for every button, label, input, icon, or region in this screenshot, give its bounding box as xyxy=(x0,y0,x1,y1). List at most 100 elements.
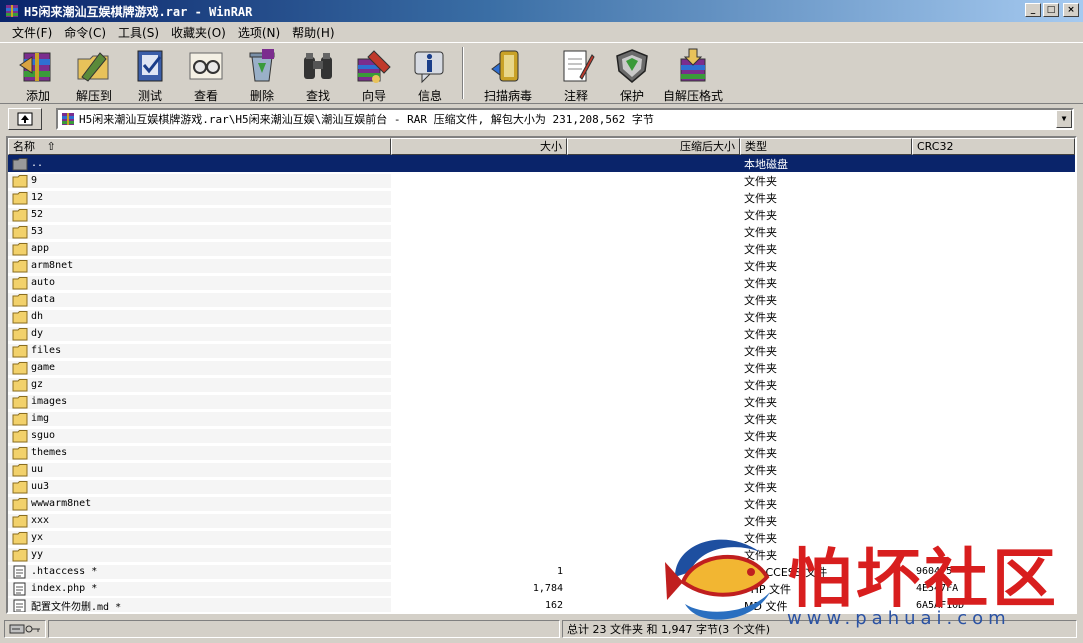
menu-favorites[interactable]: 收藏夹(O) xyxy=(165,24,232,41)
menu-commands[interactable]: 命令(C) xyxy=(58,24,112,41)
folder-icon xyxy=(12,395,31,409)
folder-icon xyxy=(12,208,31,222)
column-name[interactable]: 名称 ⇧ xyxy=(8,138,391,155)
wizard-button[interactable]: 向导 xyxy=(346,47,402,104)
file-row[interactable]: app 文件夹 xyxy=(8,240,1075,257)
file-row[interactable]: 12 文件夹 xyxy=(8,189,1075,206)
row-name: 12 xyxy=(31,192,44,203)
row-name: yy xyxy=(31,549,44,560)
toolbar: 添加 解压到 测试 查看 删除 查找 向导 信息 扫描病毒 注释 保护 自解压格… xyxy=(0,42,1083,104)
delete-button[interactable]: 删除 xyxy=(234,47,290,104)
file-row[interactable]: files 文件夹 xyxy=(8,342,1075,359)
row-type: 文件夹 xyxy=(744,208,777,222)
test-icon xyxy=(137,50,163,82)
file-row[interactable]: .htaccess * 1 16 HTACCESS 文件 9604_5 xyxy=(8,563,1075,580)
protect-button[interactable]: 保护 xyxy=(604,47,660,104)
address-dropdown-button[interactable]: ▼ xyxy=(1056,110,1072,128)
column-size[interactable]: 大小 xyxy=(391,138,567,155)
row-type: HTACCESS 文件 xyxy=(744,565,828,579)
address-path: H5闲来潮汕互娱棋牌游戏.rar\H5闲来潮汕互娱\潮汕互娱前台 - RAR 压… xyxy=(79,113,654,126)
file-row[interactable]: index.php * 1,784 PHP 文件 4E547FA xyxy=(8,580,1075,597)
wizard-label: 向导 xyxy=(361,89,386,103)
file-row[interactable]: uu 文件夹 xyxy=(8,461,1075,478)
file-row[interactable]: themes 文件夹 xyxy=(8,444,1075,461)
row-type: 文件夹 xyxy=(744,310,777,324)
menu-options[interactable]: 选项(N) xyxy=(232,24,286,41)
close-button[interactable]: × xyxy=(1063,3,1079,17)
row-type: PHP 文件 xyxy=(744,582,792,596)
row-crc32: 6A5AF10D xyxy=(916,600,965,611)
row-name: app xyxy=(31,243,50,254)
column-packed[interactable]: 压缩后大小 xyxy=(567,138,740,155)
folder-icon xyxy=(12,361,31,375)
protect-shield-icon xyxy=(616,49,648,83)
file-row[interactable]: dh 文件夹 xyxy=(8,308,1075,325)
file-row[interactable]: 配置文件勿删.md * 162 MD 文件 6A5AF10D xyxy=(8,597,1075,613)
file-row[interactable]: yy 文件夹 xyxy=(8,546,1075,563)
file-row[interactable]: xxx 文件夹 xyxy=(8,512,1075,529)
folder-icon xyxy=(12,378,31,392)
folder-icon xyxy=(12,259,31,273)
row-name-cell: 12 xyxy=(8,190,391,205)
file-row[interactable]: uu3 文件夹 xyxy=(8,478,1075,495)
folder-icon xyxy=(12,480,31,494)
file-icon xyxy=(12,582,31,596)
file-row[interactable]: images 文件夹 xyxy=(8,393,1075,410)
test-button[interactable]: 测试 xyxy=(122,47,178,104)
row-type: 文件夹 xyxy=(744,259,777,273)
winrar-app-icon[interactable] xyxy=(4,3,20,19)
row-size: 162 xyxy=(544,600,563,611)
sfx-button[interactable]: 自解压格式 xyxy=(660,47,726,104)
file-row[interactable]: gz 文件夹 xyxy=(8,376,1075,393)
row-type: MD 文件 xyxy=(744,599,788,613)
row-name-cell: themes xyxy=(8,445,391,460)
file-row[interactable]: arm8net 文件夹 xyxy=(8,257,1075,274)
view-glasses-icon xyxy=(189,52,223,80)
file-row[interactable]: img 文件夹 xyxy=(8,410,1075,427)
up-folder-button[interactable] xyxy=(8,108,42,130)
maximize-button[interactable]: □ xyxy=(1043,3,1059,17)
row-name-cell: 配置文件勿删.md * xyxy=(8,598,391,612)
file-row[interactable]: wwwarm8net 文件夹 xyxy=(8,495,1075,512)
menu-help[interactable]: 帮助(H) xyxy=(286,24,340,41)
parent-folder-row[interactable]: .. 本地磁盘 xyxy=(8,155,1075,172)
info-button[interactable]: 信息 xyxy=(402,47,458,104)
file-row[interactable]: 9 文件夹 xyxy=(8,172,1075,189)
rar-archive-icon xyxy=(62,113,74,125)
row-name-cell: dy xyxy=(8,326,391,341)
file-row[interactable]: game 文件夹 xyxy=(8,359,1075,376)
row-name-cell: dh xyxy=(8,309,391,324)
address-bar[interactable]: H5闲来潮汕互娱棋牌游戏.rar\H5闲来潮汕互娱\潮汕互娱前台 - RAR 压… xyxy=(56,108,1074,130)
file-row[interactable]: 52 文件夹 xyxy=(8,206,1075,223)
column-type[interactable]: 类型 xyxy=(740,138,912,155)
extract-button[interactable]: 解压到 xyxy=(66,47,122,104)
virus-scan-button[interactable]: 扫描病毒 xyxy=(468,47,548,104)
selection-status xyxy=(48,620,560,638)
folder-icon xyxy=(12,276,31,290)
file-row[interactable]: dy 文件夹 xyxy=(8,325,1075,342)
drive-status-box[interactable] xyxy=(4,620,46,638)
menu-tools[interactable]: 工具(S) xyxy=(112,24,165,41)
file-row[interactable]: data 文件夹 xyxy=(8,291,1075,308)
minimize-button[interactable]: _ xyxy=(1025,3,1041,17)
folder-icon xyxy=(12,446,31,460)
file-row[interactable]: 53 文件夹 xyxy=(8,223,1075,240)
row-name: img xyxy=(31,413,50,424)
row-name: index.php * xyxy=(31,583,98,594)
row-name-cell: index.php * xyxy=(8,581,391,596)
find-button[interactable]: 查找 xyxy=(290,47,346,104)
row-name: arm8net xyxy=(31,260,74,271)
row-name-cell: uu3 xyxy=(8,479,391,494)
view-button[interactable]: 查看 xyxy=(178,47,234,104)
file-row[interactable]: auto 文件夹 xyxy=(8,274,1075,291)
delete-label: 删除 xyxy=(249,89,274,103)
menu-file[interactable]: 文件(F) xyxy=(6,24,58,41)
row-type: 文件夹 xyxy=(744,395,777,409)
add-button[interactable]: 添加 xyxy=(10,47,66,104)
list-header: 名称 ⇧ 大小 压缩后大小 类型 CRC32 xyxy=(8,138,1075,155)
file-row[interactable]: sguo 文件夹 xyxy=(8,427,1075,444)
comment-button[interactable]: 注释 xyxy=(548,47,604,104)
column-crc32[interactable]: CRC32 xyxy=(912,138,1075,155)
row-name: dy xyxy=(31,328,44,339)
file-row[interactable]: yx 文件夹 xyxy=(8,529,1075,546)
